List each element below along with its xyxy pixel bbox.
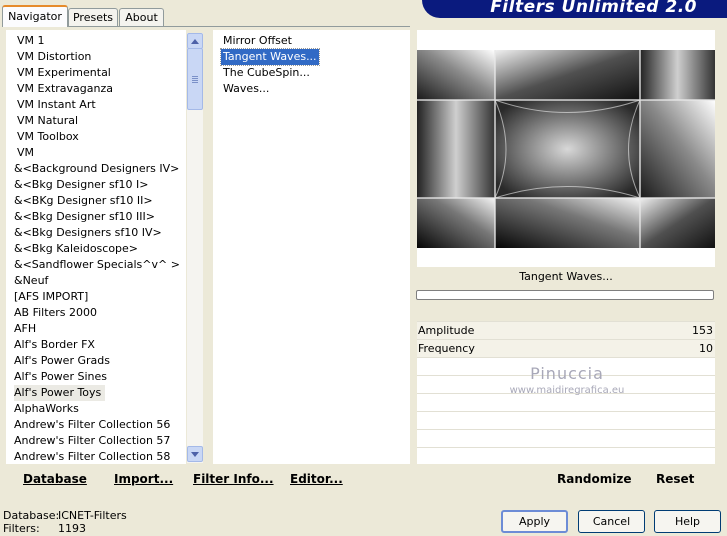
category-item[interactable]: VM Distortion <box>17 49 91 65</box>
scroll-thumb[interactable] <box>187 48 203 110</box>
category-list[interactable]: VM 1 VM Distortion VM Experimental VM Extra… <box>6 30 186 464</box>
param-row-frequency[interactable]: Frequency 10 <box>417 339 715 357</box>
category-item[interactable]: &<Sandflower Specials^v^ > <box>14 257 180 273</box>
category-item[interactable]: VM Extravaganza <box>17 81 113 97</box>
category-item[interactable]: AB Filters 2000 <box>14 305 97 321</box>
category-item[interactable]: VM Natural <box>17 113 78 129</box>
tab-about[interactable]: About <box>119 8 164 26</box>
filter-item[interactable]: The CubeSpin... <box>221 65 312 81</box>
category-item[interactable]: Andrew's Filter Collection 56 <box>14 417 170 433</box>
chevron-up-icon <box>191 39 199 44</box>
category-item[interactable]: &<Bkg Designer sf10 I> <box>14 177 149 193</box>
category-item[interactable]: AFH <box>14 321 36 337</box>
category-item[interactable]: VM Experimental <box>17 65 111 81</box>
filter-list[interactable]: Mirror Offset Tangent Waves... The CubeSpi… <box>213 30 410 464</box>
category-item[interactable]: Alf's Power Toys <box>14 385 106 401</box>
category-item[interactable]: AlphaWorks <box>14 401 79 417</box>
category-item[interactable]: Alf's Power Sines <box>14 369 107 385</box>
apply-button[interactable]: Apply <box>501 510 568 533</box>
param-row-empty <box>417 429 715 447</box>
status-database-value: ICNET-Filters <box>58 509 127 522</box>
param-row-empty <box>417 447 715 465</box>
status-filters-value: 1193 <box>58 522 86 535</box>
category-item[interactable]: Alf's Border FX <box>14 337 95 353</box>
watermark-name: Pinuccia <box>530 364 604 383</box>
chevron-down-icon <box>191 452 199 457</box>
category-item[interactable]: Alf's Power Grads <box>14 353 110 369</box>
param-value: 153 <box>692 324 713 337</box>
watermark-site: www.maidiregrafica.eu <box>509 385 625 396</box>
database-button[interactable]: Database <box>23 472 87 486</box>
status-filters-label: Filters: <box>3 522 40 535</box>
category-item[interactable]: &<BKg Designer sf10 II> <box>14 193 153 209</box>
preview-filter-name: Tangent Waves... <box>519 270 613 283</box>
category-item[interactable]: VM Instant Art <box>17 97 96 113</box>
category-item[interactable]: &<Bkg Designers sf10 IV> <box>14 225 162 241</box>
progress-bar <box>416 290 714 300</box>
status-database-label: Database: <box>3 509 60 522</box>
category-item[interactable]: &<Bkg Kaleidoscope> <box>14 241 138 257</box>
filter-item[interactable]: Tangent Waves... <box>220 48 320 66</box>
category-item[interactable]: &Neuf <box>14 273 48 289</box>
category-item[interactable]: VM 1 <box>17 33 45 49</box>
scroll-down-button[interactable] <box>187 446 203 462</box>
tab-presets[interactable]: Presets <box>68 8 118 26</box>
param-label: Frequency <box>418 342 475 355</box>
app-title: Filters Unlimited 2.0 <box>490 0 697 17</box>
randomize-button[interactable]: Randomize <box>557 472 631 486</box>
param-row-empty <box>417 411 715 429</box>
category-item[interactable]: Andrew's Filter Collection 57 <box>14 433 170 449</box>
category-item[interactable]: Andrew's Filter Collection 58 <box>14 449 170 464</box>
filter-item[interactable]: Waves... <box>221 81 271 97</box>
editor-button[interactable]: Editor... <box>290 472 343 486</box>
scroll-up-button[interactable] <box>187 33 203 49</box>
cancel-button[interactable]: Cancel <box>578 510 645 533</box>
param-label: Amplitude <box>418 324 475 337</box>
category-item[interactable]: [AFS IMPORT] <box>14 289 88 305</box>
category-item[interactable]: VM Toolbox <box>17 129 79 145</box>
category-item[interactable]: VM <box>17 145 34 161</box>
import-button[interactable]: Import... <box>114 472 173 486</box>
filter-info-button[interactable]: Filter Info... <box>193 472 274 486</box>
preview-image <box>417 50 715 248</box>
reset-button[interactable]: Reset <box>656 472 694 486</box>
category-item[interactable]: &<Background Designers IV> <box>14 161 179 177</box>
header-banner: Filters Unlimited 2.0 <box>422 0 727 18</box>
param-row-amplitude[interactable]: Amplitude 153 <box>417 321 715 339</box>
help-button[interactable]: Help <box>654 510 721 533</box>
filter-item[interactable]: Mirror Offset <box>221 33 294 49</box>
tab-navigator[interactable]: Navigator <box>2 5 68 27</box>
param-value: 10 <box>699 342 713 355</box>
category-item[interactable]: &<Bkg Designer sf10 III> <box>14 209 155 225</box>
